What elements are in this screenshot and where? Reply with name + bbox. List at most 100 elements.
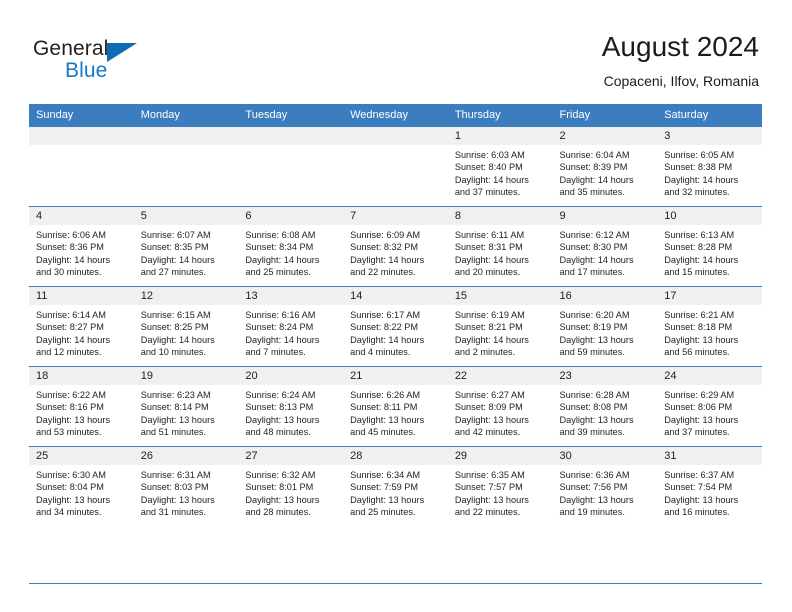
day-number: 20 bbox=[238, 367, 344, 385]
daylight-text-line1: Daylight: 14 hours bbox=[245, 334, 320, 345]
sunrise-text: Sunrise: 6:35 AM bbox=[454, 470, 525, 480]
day-number: 21 bbox=[343, 367, 448, 385]
calendar-day-cell[interactable]: 2 Sunrise: 6:04 AM Sunset: 8:39 PM Daylight… bbox=[552, 126, 658, 207]
calendar-day-cell[interactable]: 24 Sunrise: 6:29 AM Sunset: 8:06 PM Dayligh… bbox=[657, 366, 762, 447]
day-details: Sunrise: 6:23 AM Sunset: 8:14 PM Daylight:… bbox=[134, 385, 239, 439]
calendar-day-cell[interactable]: 23 Sunrise: 6:28 AM Sunset: 8:08 PM Dayligh… bbox=[552, 366, 658, 447]
calendar-page: General Blue August 2024 Copaceni, Ilfov… bbox=[0, 0, 792, 612]
calendar-day-cell[interactable]: 15 Sunrise: 6:19 AM Sunset: 8:21 PM Dayligh… bbox=[447, 286, 553, 367]
day-details: Sunrise: 6:35 AM Sunset: 7:57 PM Daylight:… bbox=[448, 465, 553, 519]
calendar-day-cell[interactable]: 3 Sunrise: 6:05 AM Sunset: 8:38 PM Daylight… bbox=[657, 126, 762, 207]
daylight-text-line1: Daylight: 13 hours bbox=[664, 334, 739, 345]
day-number: 26 bbox=[133, 447, 239, 465]
daylight-text-line1: Daylight: 14 hours bbox=[454, 174, 529, 185]
sunrise-text: Sunrise: 6:16 AM bbox=[245, 310, 316, 320]
daylight-text-line2: and 4 minutes. bbox=[350, 347, 411, 358]
calendar-day-cell[interactable]: 28 Sunrise: 6:34 AM Sunset: 7:59 PM Dayligh… bbox=[343, 446, 448, 526]
weekday-header-monday: Monday bbox=[133, 104, 239, 127]
calendar-day-cell[interactable]: 29 Sunrise: 6:35 AM Sunset: 7:57 PM Dayligh… bbox=[447, 446, 553, 526]
daylight-text-line2: and 10 minutes. bbox=[140, 347, 207, 358]
sunset-text: Sunset: 7:54 PM bbox=[664, 482, 733, 493]
calendar-day-cell[interactable]: 16 Sunrise: 6:20 AM Sunset: 8:19 PM Dayligh… bbox=[552, 286, 658, 367]
calendar-day-cell[interactable]: 6 Sunrise: 6:08 AM Sunset: 8:34 PM Daylight… bbox=[238, 206, 344, 287]
sunset-text: Sunset: 8:30 PM bbox=[559, 242, 628, 253]
sunrise-text: Sunrise: 6:32 AM bbox=[245, 470, 316, 480]
daylight-text-line1: Daylight: 13 hours bbox=[245, 414, 320, 425]
daylight-text-line1: Daylight: 13 hours bbox=[36, 414, 111, 425]
general-blue-logo[interactable]: General Blue bbox=[33, 37, 233, 93]
calendar-day-cell[interactable]: 5 Sunrise: 6:07 AM Sunset: 8:35 PM Daylight… bbox=[133, 206, 239, 287]
calendar-day-cell[interactable]: 9 Sunrise: 6:12 AM Sunset: 8:30 PM Daylight… bbox=[552, 206, 658, 287]
sunrise-text: Sunrise: 6:24 AM bbox=[245, 390, 316, 400]
weekday-header-friday: Friday bbox=[552, 104, 658, 127]
calendar-day-cell[interactable]: 22 Sunrise: 6:27 AM Sunset: 8:09 PM Dayligh… bbox=[447, 366, 553, 447]
calendar-day-cell[interactable]: 25 Sunrise: 6:30 AM Sunset: 8:04 PM Dayligh… bbox=[29, 446, 134, 526]
day-details: Sunrise: 6:03 AM Sunset: 8:40 PM Daylight:… bbox=[448, 145, 553, 199]
calendar-day-cell[interactable]: 7 Sunrise: 6:09 AM Sunset: 8:32 PM Daylight… bbox=[343, 206, 448, 287]
daylight-text-line1: Daylight: 13 hours bbox=[559, 334, 634, 345]
day-number: 27 bbox=[238, 447, 344, 465]
calendar-body: 1 Sunrise: 6:03 AM Sunset: 8:40 PM Daylight… bbox=[29, 126, 762, 526]
calendar-day-cell[interactable]: 4 Sunrise: 6:06 AM Sunset: 8:36 PM Daylight… bbox=[29, 206, 134, 287]
sunrise-text: Sunrise: 6:37 AM bbox=[664, 470, 735, 480]
day-number: 7 bbox=[343, 207, 448, 225]
day-details: Sunrise: 6:06 AM Sunset: 8:36 PM Daylight:… bbox=[29, 225, 134, 279]
calendar-day-cell[interactable]: 30 Sunrise: 6:36 AM Sunset: 7:56 PM Dayligh… bbox=[552, 446, 658, 526]
calendar-day-cell[interactable]: 1 Sunrise: 6:03 AM Sunset: 8:40 PM Daylight… bbox=[447, 126, 553, 207]
daylight-text-line1: Daylight: 14 hours bbox=[140, 254, 215, 265]
day-number bbox=[238, 127, 344, 145]
day-details: Sunrise: 6:11 AM Sunset: 8:31 PM Daylight:… bbox=[448, 225, 553, 279]
calendar-day-cell[interactable]: 21 Sunrise: 6:26 AM Sunset: 8:11 PM Dayligh… bbox=[343, 366, 448, 447]
daylight-text-line1: Daylight: 13 hours bbox=[350, 414, 425, 425]
sunrise-text: Sunrise: 6:09 AM bbox=[350, 230, 421, 240]
day-number bbox=[343, 127, 448, 145]
day-number: 28 bbox=[343, 447, 448, 465]
daylight-text-line2: and 37 minutes. bbox=[454, 187, 521, 198]
day-number: 23 bbox=[552, 367, 658, 385]
day-number: 4 bbox=[29, 207, 134, 225]
day-details: Sunrise: 6:36 AM Sunset: 7:56 PM Daylight:… bbox=[553, 465, 658, 519]
daylight-text-line1: Daylight: 14 hours bbox=[454, 254, 529, 265]
sunset-text: Sunset: 8:08 PM bbox=[559, 402, 628, 413]
calendar-day-cell[interactable]: 14 Sunrise: 6:17 AM Sunset: 8:22 PM Dayligh… bbox=[343, 286, 448, 367]
calendar-day-cell[interactable]: 8 Sunrise: 6:11 AM Sunset: 8:31 PM Daylight… bbox=[447, 206, 553, 287]
day-number: 12 bbox=[133, 287, 239, 305]
day-number: 15 bbox=[447, 287, 553, 305]
calendar-day-cell[interactable]: 18 Sunrise: 6:22 AM Sunset: 8:16 PM Dayligh… bbox=[29, 366, 134, 447]
sunset-text: Sunset: 8:01 PM bbox=[245, 482, 314, 493]
day-details: Sunrise: 6:05 AM Sunset: 8:38 PM Daylight:… bbox=[657, 145, 762, 199]
day-details: Sunrise: 6:08 AM Sunset: 8:34 PM Daylight:… bbox=[238, 225, 343, 279]
day-details: Sunrise: 6:19 AM Sunset: 8:21 PM Daylight:… bbox=[448, 305, 553, 359]
sunrise-text: Sunrise: 6:36 AM bbox=[559, 470, 630, 480]
calendar-day-cell[interactable]: 26 Sunrise: 6:31 AM Sunset: 8:03 PM Dayligh… bbox=[133, 446, 239, 526]
calendar-day-cell[interactable]: 12 Sunrise: 6:15 AM Sunset: 8:25 PM Dayligh… bbox=[133, 286, 239, 367]
sunset-text: Sunset: 8:25 PM bbox=[140, 322, 209, 333]
day-number: 8 bbox=[447, 207, 553, 225]
daylight-text-line2: and 59 minutes. bbox=[559, 347, 625, 358]
calendar-day-cell[interactable]: 11 Sunrise: 6:14 AM Sunset: 8:27 PM Dayligh… bbox=[29, 286, 134, 367]
daylight-text-line1: Daylight: 13 hours bbox=[664, 414, 739, 425]
daylight-text-line1: Daylight: 13 hours bbox=[350, 494, 425, 505]
calendar-day-cell[interactable]: 27 Sunrise: 6:32 AM Sunset: 8:01 PM Dayligh… bbox=[238, 446, 344, 526]
calendar-day-cell[interactable]: 13 Sunrise: 6:16 AM Sunset: 8:24 PM Dayligh… bbox=[238, 286, 344, 367]
calendar-day-cell[interactable]: 17 Sunrise: 6:21 AM Sunset: 8:18 PM Dayligh… bbox=[657, 286, 762, 367]
day-number: 13 bbox=[238, 287, 344, 305]
daylight-text-line2: and 22 minutes. bbox=[454, 507, 521, 518]
daylight-text-line2: and 2 minutes. bbox=[454, 347, 516, 358]
day-details: Sunrise: 6:21 AM Sunset: 8:18 PM Daylight:… bbox=[657, 305, 762, 359]
sunrise-text: Sunrise: 6:17 AM bbox=[350, 310, 421, 320]
sunrise-text: Sunrise: 6:08 AM bbox=[245, 230, 316, 240]
sunset-text: Sunset: 8:22 PM bbox=[350, 322, 419, 333]
calendar-day-cell[interactable]: 19 Sunrise: 6:23 AM Sunset: 8:14 PM Dayligh… bbox=[133, 366, 239, 447]
daylight-text-line1: Daylight: 14 hours bbox=[664, 174, 739, 185]
day-number bbox=[29, 127, 134, 145]
day-details: Sunrise: 6:12 AM Sunset: 8:30 PM Daylight:… bbox=[553, 225, 658, 279]
calendar-day-cell[interactable]: 20 Sunrise: 6:24 AM Sunset: 8:13 PM Dayligh… bbox=[238, 366, 344, 447]
title-block: August 2024 Copaceni, Ilfov, Romania bbox=[602, 30, 759, 91]
calendar-day-cell[interactable]: 10 Sunrise: 6:13 AM Sunset: 8:28 PM Dayligh… bbox=[657, 206, 762, 287]
calendar-day-cell[interactable]: 31 Sunrise: 6:37 AM Sunset: 7:54 PM Dayligh… bbox=[657, 446, 762, 526]
daylight-text-line2: and 28 minutes. bbox=[245, 507, 311, 518]
daylight-text-line2: and 45 minutes. bbox=[350, 427, 416, 438]
day-details: Sunrise: 6:37 AM Sunset: 7:54 PM Daylight:… bbox=[657, 465, 762, 519]
sunset-text: Sunset: 8:38 PM bbox=[664, 162, 733, 173]
